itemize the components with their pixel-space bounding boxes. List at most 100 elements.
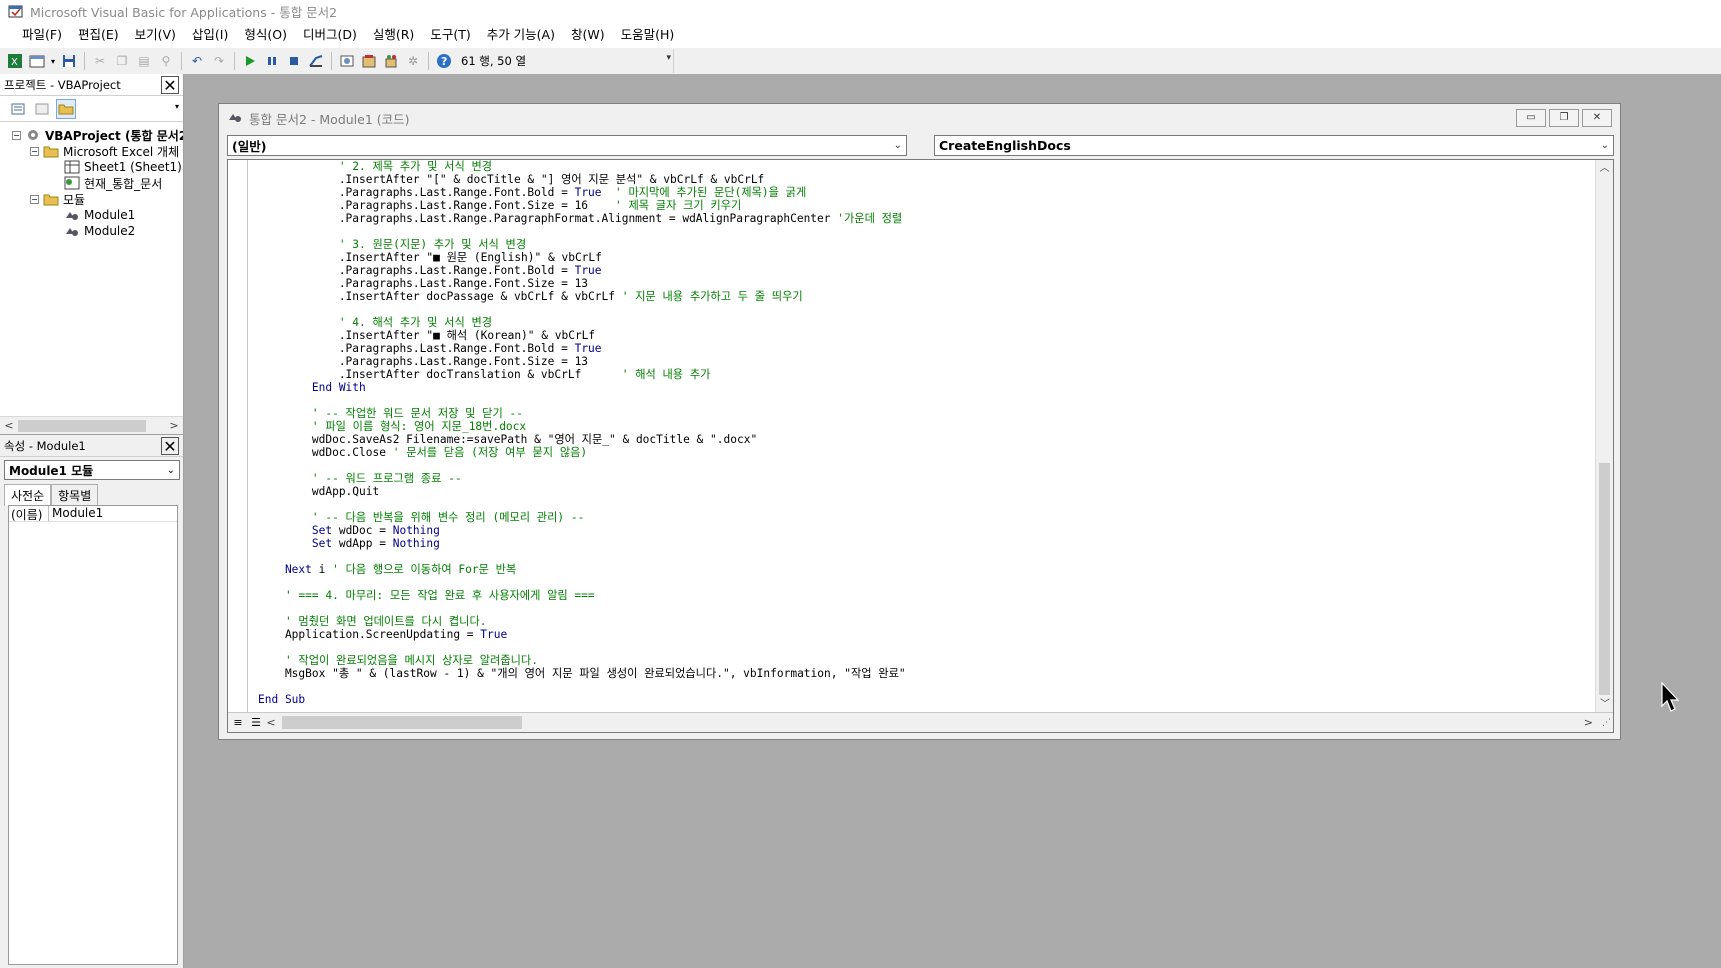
code-line[interactable]: .InsertAfter "[" & docTitle & "] 영어 지문 분… xyxy=(258,173,1578,186)
code-line[interactable]: ' 3. 원문(지문) 추가 및 서식 변경 xyxy=(258,238,1578,251)
scroll-right-icon[interactable]: > xyxy=(1584,716,1593,729)
properties-window-icon[interactable] xyxy=(359,51,379,71)
code-line[interactable]: ' -- 작업한 워드 문서 저장 및 닫기 -- xyxy=(258,407,1578,420)
dropdown-arrow-icon[interactable]: ▾ xyxy=(49,51,57,71)
scroll-thumb[interactable] xyxy=(18,419,146,432)
tree-node-module2[interactable]: Module2 xyxy=(64,223,135,239)
find-icon[interactable]: ⚲ xyxy=(156,51,176,71)
code-line[interactable]: ' 멈췄던 화면 업데이트를 다시 켭니다. xyxy=(258,615,1578,628)
code-line[interactable]: ' 2. 제목 추가 및 서식 변경 xyxy=(258,160,1578,173)
scroll-up-icon[interactable]: ︿ xyxy=(1596,160,1613,178)
tab-categorized[interactable]: 항목별 xyxy=(51,484,99,506)
resize-grip-icon[interactable]: ⋰ xyxy=(1602,718,1611,728)
tab-alphabetic[interactable]: 사전순 xyxy=(4,484,52,506)
design-mode-icon[interactable] xyxy=(306,51,326,71)
tree-node-vbaproject[interactable]: − VBAProject (통합 문서2) xyxy=(12,127,183,143)
cut-icon[interactable]: ✂ xyxy=(90,51,110,71)
collapse-icon[interactable]: − xyxy=(30,194,39,204)
save-icon[interactable] xyxy=(59,51,79,71)
code-line[interactable]: ' 파일 이름 형식: 영어 지문_18번.docx xyxy=(258,420,1578,433)
code-line[interactable]: End Sub xyxy=(258,693,1578,706)
code-line[interactable]: ' -- 워드 프로그램 종료 -- xyxy=(258,472,1578,485)
code-line[interactable] xyxy=(258,680,1578,693)
project-explorer-icon[interactable] xyxy=(337,51,357,71)
full-module-view-icon[interactable]: ☰ xyxy=(248,715,264,731)
code-line[interactable]: .Paragraphs.Last.Range.ParagraphFormat.A… xyxy=(258,212,1578,225)
code-line[interactable]: Application.ScreenUpdating = True xyxy=(258,628,1578,641)
code-line[interactable]: .Paragraphs.Last.Range.Font.Bold = True xyxy=(258,264,1578,277)
close-icon[interactable]: ✕ xyxy=(1582,109,1612,127)
copy-icon[interactable]: ❐ xyxy=(112,51,132,71)
scroll-thumb[interactable] xyxy=(1599,463,1610,695)
menu-format[interactable]: 형식(O) xyxy=(236,24,295,46)
code-line[interactable]: .InsertAfter docPassage & vbCrLf & vbCrL… xyxy=(258,290,1578,303)
code-line[interactable]: Next i ' 다음 행으로 이동하여 For문 반복 xyxy=(258,563,1578,576)
insert-userform-icon[interactable] xyxy=(27,51,47,71)
menu-addins[interactable]: 추가 기능(A) xyxy=(479,24,563,46)
code-line[interactable]: ' === 4. 마무리: 모든 작업 완료 후 사용자에게 알림 === xyxy=(258,589,1578,602)
code-line[interactable] xyxy=(258,394,1578,407)
code-line[interactable]: ' -- 다음 반복을 위해 변수 정리 (메모리 관리) -- xyxy=(258,511,1578,524)
scroll-right-icon[interactable]: > xyxy=(165,419,183,432)
code-text[interactable]: ' 2. 제목 추가 및 서식 변경 .InsertAfter "[" & do… xyxy=(258,160,1578,714)
menu-run[interactable]: 실행(R) xyxy=(365,24,422,46)
scroll-left-icon[interactable]: < xyxy=(0,419,18,432)
tree-node-module1[interactable]: Module1 xyxy=(64,207,135,223)
tree-node-modules[interactable]: − 모듈 xyxy=(30,191,85,207)
code-line[interactable] xyxy=(258,550,1578,563)
object-browser-icon[interactable] xyxy=(381,51,401,71)
margin-indicator-bar[interactable] xyxy=(228,160,248,714)
tree-node-excel-objects[interactable]: − Microsoft Excel 개체 xyxy=(30,143,179,159)
code-line[interactable]: Set wdApp = Nothing xyxy=(258,537,1578,550)
restore-icon[interactable]: ❐ xyxy=(1549,109,1579,127)
menu-view[interactable]: 보기(V) xyxy=(127,24,184,46)
tree-node-thisworkbook[interactable]: 현재_통합_문서 xyxy=(64,175,162,191)
minimize-icon[interactable]: ▭ xyxy=(1516,109,1546,127)
redo-icon[interactable]: ↷ xyxy=(209,51,229,71)
code-line[interactable]: ' 4. 해석 추가 및 서식 변경 xyxy=(258,316,1578,329)
procedure-combo[interactable]: CreateEnglishDocs ⌄ xyxy=(934,135,1614,156)
reset-icon[interactable] xyxy=(284,51,304,71)
object-combo[interactable]: (일반) ⌄ xyxy=(227,135,907,156)
properties-pane-close-icon[interactable]: ✕ xyxy=(161,436,179,455)
view-object-icon[interactable] xyxy=(32,99,52,119)
collapse-icon[interactable]: − xyxy=(30,146,39,156)
code-vertical-scrollbar[interactable]: ︿ ﹀ xyxy=(1595,160,1613,714)
code-line[interactable]: .InsertAfter docTranslation & vbCrLf ' 해… xyxy=(258,368,1578,381)
menu-edit[interactable]: 편집(E) xyxy=(70,24,127,46)
menu-debug[interactable]: 디버그(D) xyxy=(295,24,365,46)
code-line[interactable]: wdApp.Quit xyxy=(258,485,1578,498)
toolbox-icon[interactable]: ✲ xyxy=(403,51,423,71)
code-line[interactable]: .Paragraphs.Last.Range.Font.Bold = True xyxy=(258,342,1578,355)
project-pane-horizontal-scrollbar[interactable]: < > xyxy=(0,416,183,434)
code-line[interactable]: ' 작업이 완료되었음을 메시지 상자로 알려줍니다. xyxy=(258,654,1578,667)
code-line[interactable] xyxy=(258,303,1578,316)
property-row[interactable]: (이름) Module1 xyxy=(9,506,177,522)
code-editor[interactable]: ' 2. 제목 추가 및 서식 변경 .InsertAfter "[" & do… xyxy=(227,159,1614,733)
code-line[interactable] xyxy=(258,225,1578,238)
menu-window[interactable]: 창(W) xyxy=(563,24,613,46)
toolbar-options-icon[interactable]: ▾ xyxy=(666,53,671,63)
menu-tools[interactable]: 도구(T) xyxy=(422,24,478,46)
properties-object-select[interactable]: Module1 모듈 ⌄ xyxy=(4,460,180,480)
code-line[interactable]: .InsertAfter "■ 해석 (Korean)" & vbCrLf xyxy=(258,329,1578,342)
code-line[interactable] xyxy=(258,576,1578,589)
code-line[interactable] xyxy=(258,498,1578,511)
code-line[interactable]: .Paragraphs.Last.Range.Font.Bold = True … xyxy=(258,186,1578,199)
help-icon[interactable]: ? xyxy=(434,51,454,71)
code-line[interactable]: Set wdDoc = Nothing xyxy=(258,524,1578,537)
code-line[interactable] xyxy=(258,602,1578,615)
scroll-left-icon[interactable]: < xyxy=(264,716,278,729)
code-line[interactable] xyxy=(258,459,1578,472)
scroll-thumb[interactable] xyxy=(282,716,522,729)
menu-help[interactable]: 도움말(H) xyxy=(613,24,683,46)
view-code-icon[interactable] xyxy=(8,99,28,119)
code-line[interactable]: wdDoc.Close ' 문서를 닫음 (저장 여부 묻지 않음) xyxy=(258,446,1578,459)
code-line[interactable]: .Paragraphs.Last.Range.Font.Size = 13 xyxy=(258,277,1578,290)
undo-icon[interactable]: ↶ xyxy=(187,51,207,71)
procedure-view-icon[interactable]: ≡ xyxy=(230,715,246,731)
run-icon[interactable] xyxy=(240,51,260,71)
project-pane-close-icon[interactable]: ✕ xyxy=(161,75,179,94)
code-line[interactable]: End With xyxy=(258,381,1578,394)
excel-view-icon[interactable]: X xyxy=(5,51,25,71)
